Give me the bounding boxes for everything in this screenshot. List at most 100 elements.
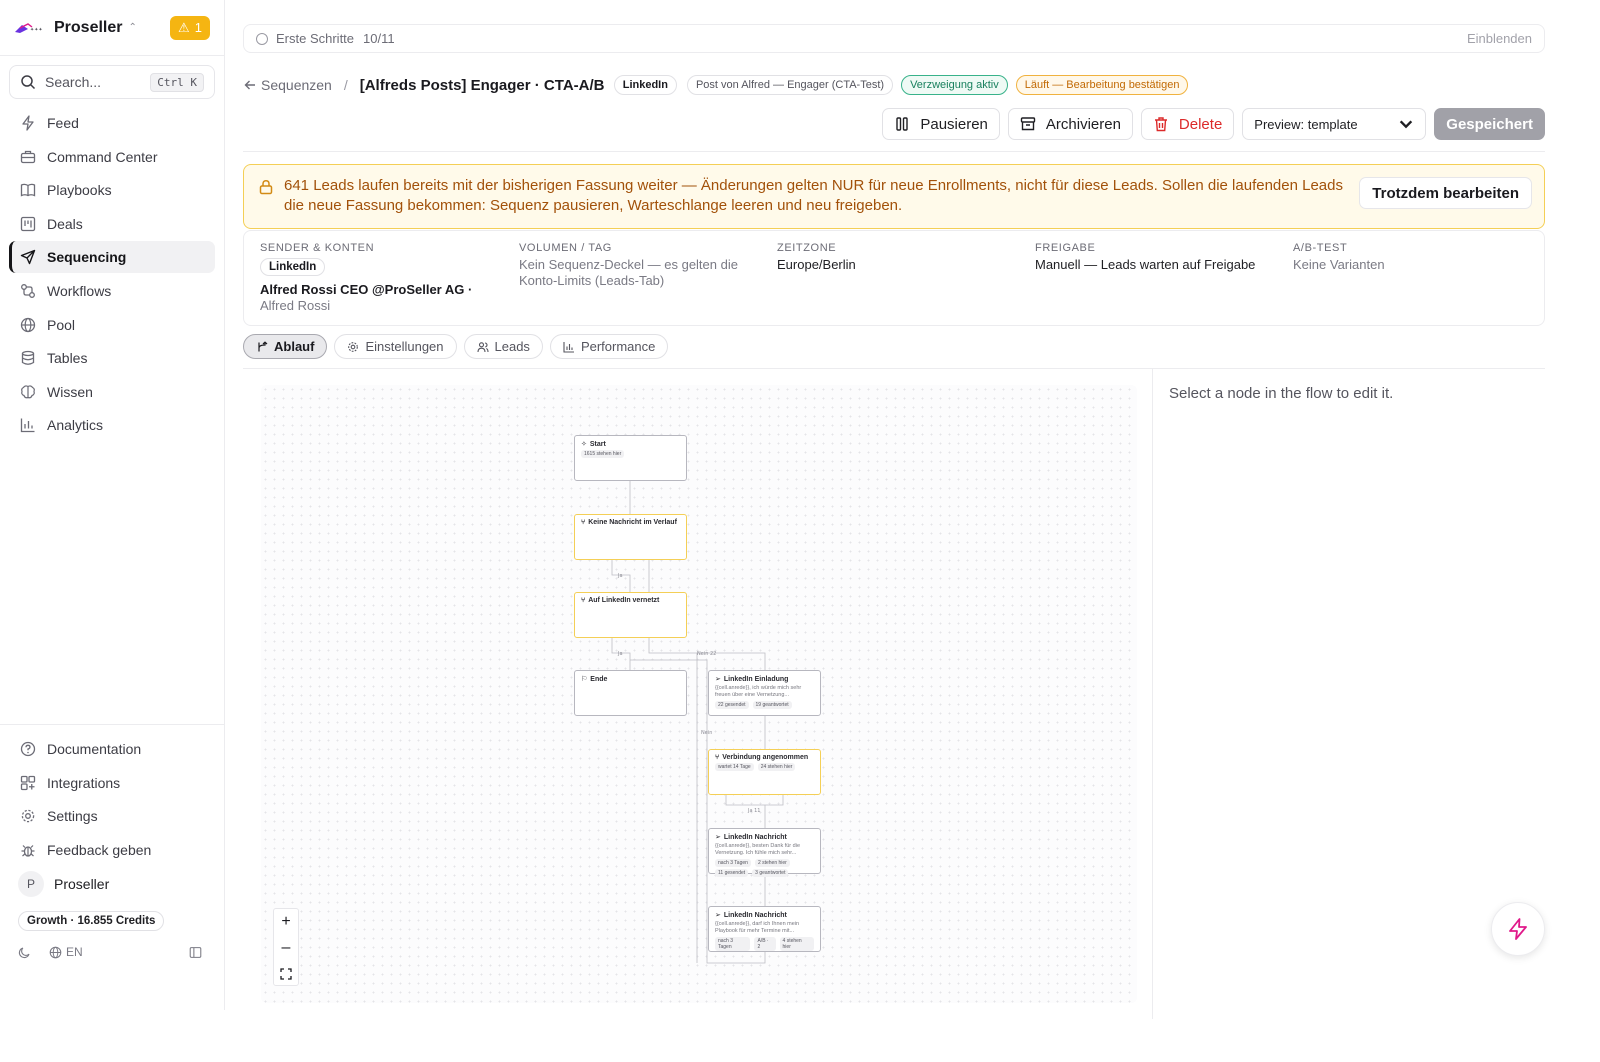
delete-button[interactable]: Delete [1140, 108, 1235, 140]
sidebar-item-playbooks[interactable]: Playbooks [9, 174, 215, 206]
sidebar-item-label: Pool [47, 316, 76, 333]
timezone-label: Zeitzone [777, 242, 837, 254]
branch-icon: ⑂ [715, 754, 720, 761]
sidebar-item-label: Command Center [47, 148, 158, 165]
sender-name[interactable]: Alfred Rossi CEO @ProSeller AG · [260, 282, 500, 298]
volume-value: Kein Sequenz-Deckel — es gelten die Kont… [519, 257, 738, 288]
sidebar-item-pool[interactable]: Pool [9, 309, 215, 341]
back-label: Sequenzen [261, 77, 332, 93]
edge-label-nein-22: Nein 22 [697, 651, 716, 657]
save-button[interactable]: Gespeichert [1434, 108, 1545, 140]
node-title: LinkedIn Einladung [723, 675, 789, 683]
sidebar-item-analytics[interactable]: Analytics [9, 409, 215, 441]
ab-test-label: A/B-Test [1293, 242, 1348, 254]
run-status-badge[interactable]: Läuft — Bearbeitung bestätigen [1015, 75, 1189, 95]
sender-section: Sender & Konten LinkedIn Alfred Rossi CE… [260, 242, 500, 314]
tab-einstellungen[interactable]: Einstellungen [334, 334, 457, 359]
sidebar-item-sequencing[interactable]: Sequencing [9, 241, 215, 274]
sidebar-item-label: Documentation [47, 741, 142, 757]
bug-icon [21, 844, 35, 857]
alert-badge[interactable]: ⚠ 1 [170, 15, 210, 40]
node-title: Verbindung angenommen [722, 754, 809, 761]
tab-leads[interactable]: Leads [463, 334, 543, 359]
zap-icon [22, 115, 34, 131]
sidebar-item-label: Analytics [47, 417, 104, 434]
node-preview: {{cell.anrede}}, darf ich Ihnen mein Pla… [715, 921, 800, 934]
brand-name: Proseller [54, 18, 123, 36]
language-label[interactable]: EN [66, 945, 83, 959]
flow-node-linkedin-message-1[interactable]: ➢ LinkedIn Nachricht {{cell.anrede}}, bes… [708, 828, 821, 877]
chevron-down-icon [1400, 120, 1413, 129]
branch-icon: ⑂ [581, 597, 586, 604]
send-icon [20, 250, 36, 265]
zoom-in-button[interactable]: + [274, 909, 298, 935]
page-header: Sequenzen / [Alfreds Posts] Engager · CT… [243, 72, 1545, 98]
ai-assistant-button[interactable] [1491, 902, 1545, 956]
sidebar-item-label: Feed [47, 115, 79, 131]
timezone-value: Europe/Berlin [777, 257, 856, 272]
sidebar-toggle-icon[interactable] [189, 946, 202, 959]
sidebar-item-label: Tables [47, 350, 88, 367]
moon-icon[interactable] [18, 946, 31, 959]
node-title: LinkedIn Nachricht [723, 833, 787, 841]
search-placeholder: Search... [45, 74, 102, 90]
flow-node-start[interactable]: ✧ Start 1615 stehen hier [574, 435, 687, 481]
flow-node-linkedin-message-2[interactable]: ➢ LinkedIn Nachricht {{cell.anrede}}, dar… [708, 906, 821, 952]
sidebar-item-feed[interactable]: Feed [9, 107, 215, 139]
archive-button[interactable]: Archivieren [1007, 108, 1133, 140]
flow-node-linkedin-invite[interactable]: ➢ LinkedIn Einladung {{cell.anrede}}, ich… [708, 670, 821, 716]
release-section: Freigabe Manuell — Leads warten auf Frei… [1035, 242, 1275, 273]
fit-view-button[interactable] [274, 961, 298, 987]
brand-logo: ✦✦✦ [14, 22, 44, 34]
flow-node-condition-accepted[interactable]: ⑂ Verbindung angenommen wartet 14 Tage 24 … [708, 749, 821, 795]
sidebar-item-wissen[interactable]: Wissen [9, 376, 215, 408]
edge-label-ja-11: Ja 11 [747, 808, 761, 814]
user-menu[interactable]: P Proseller [9, 867, 215, 901]
sidebar-item-deals[interactable]: Deals [9, 208, 215, 240]
search-input[interactable]: Search... Ctrl K [9, 65, 215, 99]
preview-value: Preview: template [1254, 116, 1358, 132]
credits-badge[interactable]: Growth · 16.855 Credits [18, 911, 165, 932]
onboarding-steps-bar[interactable]: Erste Schritte 10/11 Einblenden [243, 24, 1545, 53]
sidebar-item-workflows[interactable]: Workflows [9, 275, 215, 307]
sender-label: Sender & Konten [260, 242, 375, 254]
page-title[interactable]: [Alfreds Posts] Engager · CTA-A/B 5 [360, 77, 604, 94]
warning-triangle-icon: ⚠ [178, 19, 190, 35]
fullscreen-icon [280, 968, 292, 980]
tab-ablauf[interactable]: Ablauf [243, 334, 328, 359]
flow-node-condition-no-message[interactable]: ⑂ Keine Nachricht im Verlauf [574, 514, 687, 560]
sidebar-item-feedback[interactable]: Feedback geben [9, 834, 215, 866]
flow-node-condition-connected[interactable]: ⑂ Auf LinkedIn vernetzt [574, 592, 687, 638]
plug-icon [20, 775, 36, 790]
brand-switcher[interactable]: ✦✦✦ Proseller ⌃ ⚠ 1 [0, 0, 224, 56]
pause-icon [896, 117, 909, 131]
node-tag: 22 gesendet [715, 701, 749, 709]
sidebar-item-integrations[interactable]: Integrations [9, 767, 215, 799]
sidebar-item-tables[interactable]: Tables [9, 342, 215, 374]
globe-icon[interactable] [49, 946, 62, 959]
ab-test-value: Keine Varianten [1293, 257, 1385, 272]
tabs-divider [243, 368, 1545, 369]
bar-chart-icon [563, 341, 574, 353]
search-icon [21, 75, 36, 90]
flow-edges: Ja Ja Nein 22 Nein Ja 11 [611, 481, 784, 964]
preview-select[interactable]: Preview: template [1242, 108, 1427, 140]
sidebar-item-command-center[interactable]: Command Center [9, 141, 215, 173]
tab-performance[interactable]: Performance [549, 334, 669, 359]
sidebar-item-documentation[interactable]: Documentation [9, 733, 215, 765]
edge-label-ja: Ja [617, 651, 623, 657]
show-steps-link[interactable]: Einblenden [1467, 31, 1532, 46]
flow-node-end[interactable]: ⚐ Ende [574, 670, 687, 716]
gear-icon [21, 809, 35, 823]
pause-button[interactable]: Pausieren [882, 108, 1000, 140]
flow-canvas[interactable]: Ja Ja Nein 22 Nein Ja 11 ✧ Start 1615 ste… [261, 385, 1137, 1003]
breadcrumb-separator: / [343, 77, 348, 93]
users-icon [476, 341, 489, 352]
zoom-out-button[interactable]: – [274, 935, 298, 961]
sidebar-item-settings[interactable]: Settings [9, 800, 215, 832]
edge-label-nein: Nein [701, 730, 712, 736]
send-icon: ➢ [715, 834, 721, 841]
back-link[interactable]: Sequenzen [243, 77, 332, 93]
edit-anyway-button[interactable]: Trotzdem bearbeiten [1359, 177, 1532, 209]
channel-badge: LinkedIn [613, 75, 677, 95]
